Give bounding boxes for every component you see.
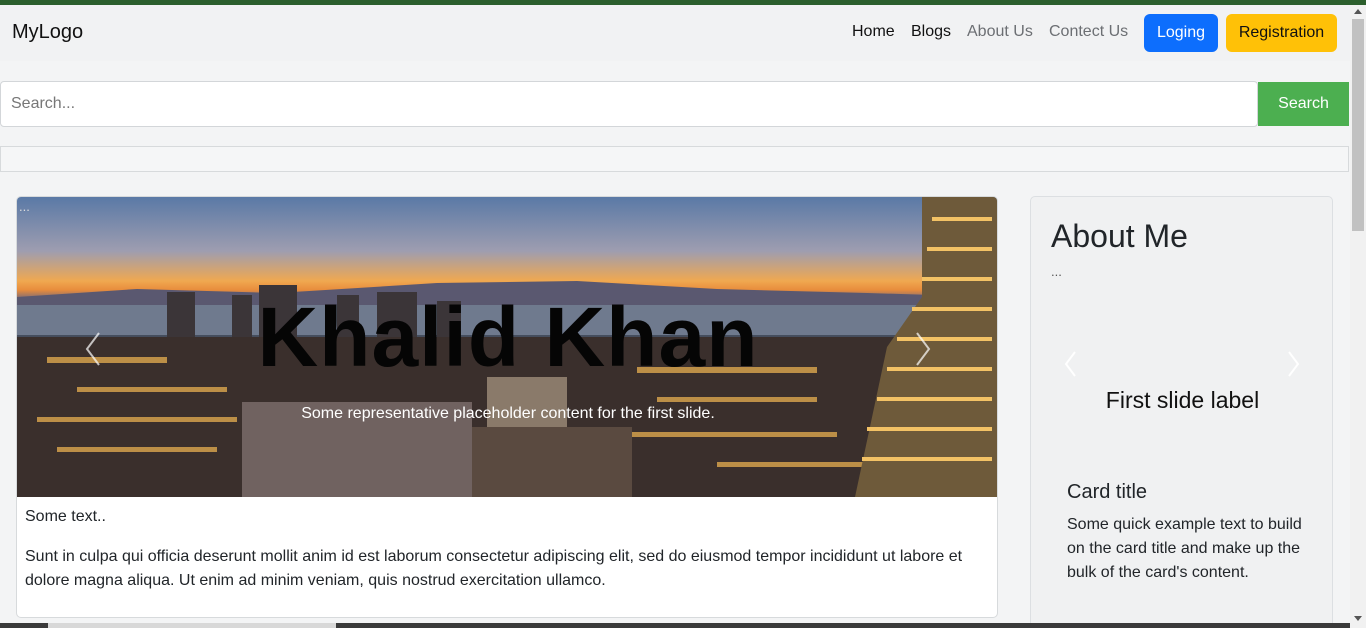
- card-text: Some quick example text to build on the …: [1067, 516, 1302, 581]
- nav-link-about-us[interactable]: About Us: [967, 23, 1033, 41]
- hero-title: Khalid Khan: [257, 290, 759, 384]
- page-scrollbar[interactable]: [1350, 5, 1366, 628]
- carousel-prev-icon[interactable]: [1061, 349, 1081, 379]
- bottom-strip-segment: [48, 623, 336, 628]
- nav-link-blogs[interactable]: Blogs: [911, 23, 951, 41]
- card-short-text: Some text..: [25, 508, 106, 525]
- card-paragraph: Sunt in culpa qui officia deserunt molli…: [25, 548, 963, 589]
- scroll-up-icon[interactable]: [1354, 9, 1362, 14]
- hero-caption: Some representative placeholder content …: [301, 405, 715, 422]
- card-title: Card title: [1067, 481, 1148, 503]
- login-button[interactable]: Loging: [1144, 14, 1218, 52]
- search-button[interactable]: Search: [1258, 82, 1349, 126]
- about-me-card: About Me ... First slide label Card titl…: [1030, 196, 1333, 628]
- search-input[interactable]: [0, 81, 1258, 127]
- bottom-strip: [0, 623, 1350, 628]
- broken-image-placeholder: ...: [1051, 264, 1062, 279]
- nav-link-home[interactable]: Home: [852, 23, 895, 41]
- scroll-thumb[interactable]: [1352, 19, 1364, 231]
- nav-link-contact-us[interactable]: Contect Us: [1049, 23, 1128, 41]
- brand-logo[interactable]: MyLogo: [12, 21, 83, 44]
- registration-button[interactable]: Registration: [1226, 14, 1337, 52]
- carousel-next-icon[interactable]: [1283, 349, 1303, 379]
- broken-image-placeholder: ...: [19, 199, 30, 214]
- main-card: ... Khalid Khan Some representative plac…: [16, 196, 998, 618]
- hero-carousel: ... Khalid Khan Some representative plac…: [17, 197, 997, 497]
- about-me-title: About Me: [1051, 218, 1188, 254]
- navbar: MyLogo Home Blogs About Us Contect Us Lo…: [0, 5, 1350, 61]
- empty-bar: [0, 146, 1349, 172]
- scroll-down-icon[interactable]: [1354, 616, 1362, 621]
- slide-label: First slide label: [1105, 387, 1260, 413]
